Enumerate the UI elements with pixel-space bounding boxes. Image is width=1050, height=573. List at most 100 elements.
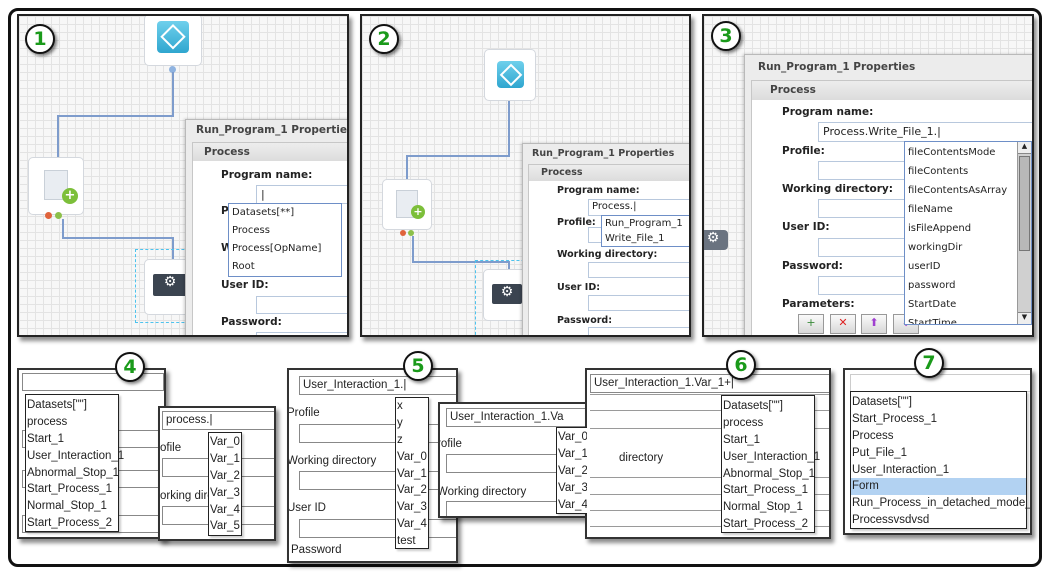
dropdown-option[interactable]: test (396, 533, 428, 550)
profile-input[interactable] (299, 424, 456, 443)
dropdown-option[interactable]: Var_2 (396, 482, 428, 499)
scroll-down-icon[interactable]: ▼ (1018, 312, 1031, 324)
start-icon (157, 21, 189, 53)
screenshot-panel-3: ⚙ Run_Program_1 Properties Process Progr… (702, 14, 1034, 337)
password-input[interactable] (818, 276, 918, 295)
dropdown-option[interactable]: Var_2 (557, 463, 587, 480)
working-directory-input[interactable] (818, 199, 918, 218)
dropdown-option[interactable]: User_Interaction_1 (26, 448, 124, 465)
dropdown-option[interactable]: Start_Process_1 (26, 481, 118, 498)
dropdown-option[interactable]: Form (851, 478, 1026, 496)
dropdown-option[interactable]: Var_4 (557, 497, 587, 514)
add-parameter-button[interactable]: + (798, 314, 824, 334)
dropdown-option[interactable]: Process (229, 222, 341, 240)
autocomplete-dropdown: Run_Program_1 Write_File_1 (601, 215, 689, 247)
dropdown-option[interactable]: Process (851, 428, 1026, 445)
dropdown-option[interactable]: fileName (905, 200, 1031, 219)
dropdown-option[interactable]: Run_Process_in_detached_mode_1 (851, 495, 1030, 512)
dropdown-option[interactable]: Abnormal_Stop_1 (722, 466, 815, 483)
dropdown-option[interactable]: Run_Program_1 (602, 216, 689, 231)
dropdown-option[interactable]: Var_4 (209, 502, 241, 519)
dropdown-option[interactable]: fileContents (905, 162, 1031, 181)
dropdown-option[interactable]: Start_Process_1 (722, 482, 814, 499)
expression-input[interactable] (850, 374, 1030, 392)
dropdown-option[interactable]: y (396, 415, 428, 432)
dropdown-option[interactable]: z (396, 432, 428, 449)
dropdown-option[interactable]: Var_0 (396, 449, 428, 466)
dropdown-option[interactable]: Start_1 (26, 431, 118, 448)
dropdown-option[interactable]: Var_3 (396, 499, 428, 516)
delete-parameter-button[interactable]: ✕ (830, 314, 856, 334)
dropdown-option[interactable]: Datasets[""] (722, 398, 814, 415)
dropdown-option[interactable]: Normal_Stop_1 (722, 499, 814, 516)
expression-input[interactable]: process.| (162, 411, 274, 430)
dropdown-option[interactable]: x (396, 398, 428, 415)
dropdown-option[interactable]: Start_Process_2 (26, 515, 118, 532)
step-badge-7: 7 (914, 348, 944, 378)
scroll-up-icon[interactable]: ▲ (1018, 142, 1031, 154)
file-node[interactable]: + (382, 179, 432, 230)
expression-input[interactable]: User_Interaction_1.| (299, 376, 456, 395)
start-node[interactable] (144, 16, 202, 66)
dropdown-option[interactable]: process (26, 414, 118, 431)
user-id-input[interactable] (588, 295, 689, 311)
dropdown-option[interactable]: Start_Process_1 (851, 411, 1026, 428)
dropdown-option[interactable]: Var_5 (209, 518, 241, 535)
move-up-button[interactable]: ⬆ (861, 314, 887, 334)
user-id-input[interactable] (818, 238, 918, 257)
dropdown-option[interactable]: isFileAppend (905, 219, 1031, 238)
dropdown-option[interactable]: Var_4 (396, 516, 428, 533)
dropdown-option[interactable]: userID (905, 257, 1031, 276)
dropdown-option[interactable]: Put_File_1 (851, 445, 1026, 462)
dropdown-option[interactable]: Var_3 (557, 480, 587, 497)
program-name-input[interactable]: | (256, 185, 347, 204)
user-id-input[interactable] (299, 519, 456, 538)
profile-input[interactable] (818, 161, 918, 180)
dropdown-option[interactable]: Write_File_1 (602, 231, 689, 246)
password-input[interactable] (256, 332, 347, 335)
section-header: Process (529, 165, 689, 181)
expression-input[interactable]: User_Interaction_1.Va (446, 408, 587, 427)
expression-input[interactable] (22, 373, 164, 391)
dropdown-option[interactable]: Normal_Stop_1 (26, 498, 118, 515)
dropdown-option[interactable]: Var_3 (209, 485, 241, 502)
dropdown-option[interactable]: StartTime (905, 314, 1031, 324)
dropdown-option[interactable]: password (905, 276, 1031, 295)
autocomplete-dropdown: x y z Var_0 Var_1 Var_2 Var_3 Var_4 test (395, 397, 429, 549)
dropdown-option[interactable]: User_Interaction_1 (851, 462, 1026, 479)
autocomplete-dropdown: Datasets[""] Start_Process_1 Process Put_Fi… (850, 391, 1030, 529)
dropdown-option[interactable]: Abnormal_Stop_1 (26, 465, 119, 482)
working-directory-input[interactable] (299, 471, 456, 490)
dropdown-option[interactable]: Start_Process_2 (722, 516, 814, 533)
password-input[interactable] (588, 327, 689, 335)
dropdown-option[interactable]: Datasets[""] (851, 394, 1026, 411)
expression-input[interactable]: User_Interaction_1.Var_1+| (590, 374, 829, 393)
dropdown-option[interactable]: Processvsdvsd (851, 512, 1026, 529)
dropdown-option[interactable]: Var_0 (209, 434, 241, 451)
user-id-input[interactable] (256, 296, 347, 314)
dropdown-option[interactable]: StartDate (905, 295, 1031, 314)
program-name-input[interactable]: Process.Write_File_1.| (818, 122, 1032, 142)
dropdown-option[interactable]: Var_1 (557, 446, 587, 463)
program-name-input[interactable]: Process.| (588, 199, 689, 216)
dropdown-option[interactable]: Var_2 (209, 468, 241, 485)
start-node[interactable] (484, 49, 536, 101)
dropdown-option[interactable]: Datasets[""] (26, 397, 118, 414)
dropdown-option[interactable]: fileContentsMode (905, 143, 1031, 162)
dropdown-option[interactable]: Start_1 (722, 432, 814, 449)
dropdown-option[interactable]: Datasets[**] (229, 204, 341, 222)
dropdown-option[interactable]: Var_1 (396, 466, 428, 483)
dropdown-option[interactable]: Root (229, 258, 341, 276)
file-node[interactable]: + (28, 157, 84, 215)
password-label: Password: (557, 315, 613, 326)
scrollbar-thumb[interactable] (1019, 156, 1030, 251)
dropdown-scrollbar[interactable]: ▲ ▼ (1017, 142, 1031, 324)
dropdown-option[interactable]: workingDir (905, 238, 1031, 257)
dropdown-option[interactable]: Process[OpName] (229, 240, 341, 258)
working-directory-input[interactable] (588, 262, 689, 278)
dropdown-option[interactable]: Var_1 (209, 451, 241, 468)
dropdown-option[interactable]: Var_0 (557, 429, 587, 446)
dropdown-option[interactable]: process (722, 415, 814, 432)
dropdown-option[interactable]: User_Interaction_1 (722, 449, 820, 466)
dropdown-option[interactable]: fileContentsAsArray (905, 181, 1031, 200)
